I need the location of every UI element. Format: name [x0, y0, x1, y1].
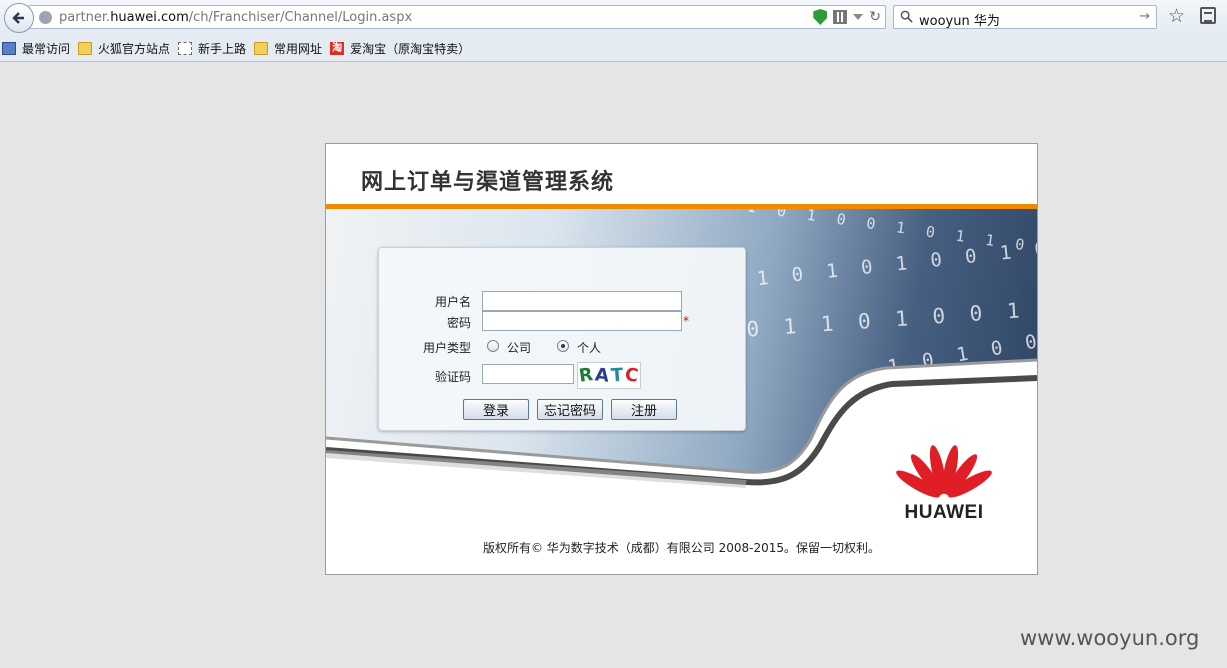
radio-company[interactable] [487, 340, 499, 352]
forgot-password-button[interactable]: 忘记密码 [537, 399, 603, 420]
radio-company-label: 公司 [507, 341, 532, 355]
user-type-label: 用户类型 [422, 341, 471, 355]
reader-list-icon[interactable] [1200, 7, 1216, 24]
search-input[interactable]: wooyun 华为 [919, 10, 1000, 29]
captcha-input[interactable] [482, 364, 574, 384]
bookmark-most-visited[interactable]: 最常访问 [2, 40, 70, 57]
globe-icon [39, 11, 52, 24]
bookmark-star-icon[interactable]: ☆ [1168, 6, 1185, 26]
search-go-icon[interactable]: → [1139, 9, 1150, 24]
qr-code-icon[interactable] [833, 10, 848, 24]
taobao-icon: 淘 [330, 42, 345, 55]
radio-personal-label: 个人 [577, 341, 602, 355]
login-form: 用户名 密码 * 用户类型 公司 个人 验证码 R A T C 登录 忘记密码 … [378, 247, 746, 431]
reload-icon[interactable]: ↻ [869, 9, 881, 25]
brand-name: HUAWEI [904, 502, 984, 523]
username-label: 用户名 [434, 295, 471, 309]
bookmark-common-sites[interactable]: 常用网址 [254, 40, 322, 57]
url-text[interactable]: partner.huawei.com/ch/Franchiser/Channel… [59, 10, 412, 25]
bookmark-firefox-site[interactable]: 火狐官方站点 [78, 40, 170, 57]
url-bar[interactable]: partner.huawei.com/ch/Franchiser/Channel… [28, 5, 886, 29]
radio-personal[interactable] [557, 340, 569, 352]
bookmark-getting-started[interactable]: 新手上路 [178, 40, 246, 57]
captcha-image[interactable]: R A T C [577, 362, 641, 389]
folder-icon [254, 42, 269, 55]
password-label: 密码 [446, 316, 471, 330]
page-icon [178, 42, 193, 55]
back-button[interactable] [4, 3, 34, 33]
watermark-text: www.wooyun.org [1020, 626, 1200, 650]
page-title: 网上订单与渠道管理系统 [361, 170, 615, 195]
dropdown-arrow-icon[interactable] [853, 14, 864, 20]
search-bar[interactable]: wooyun 华为 → [893, 5, 1157, 29]
binary-text: 0 1 1 0 1 0 0 1 1 0 1 [745, 290, 1037, 342]
copyright-text: 版权所有© 华为数字技术（成都）有限公司 2008-2015。保留一切权利。 [482, 541, 881, 555]
recent-icon [2, 42, 16, 55]
back-arrow-icon [12, 12, 24, 24]
folder-icon [78, 42, 93, 55]
browser-toolbar: partner.huawei.com/ch/Franchiser/Channel… [0, 0, 1227, 36]
captcha-label: 验证码 [434, 370, 471, 384]
bookmarks-bar: 最常访问 火狐官方站点 新手上路 常用网址 淘爱淘宝（原淘宝特卖） [0, 36, 1227, 62]
shield-icon[interactable] [813, 9, 828, 25]
bookmark-taobao[interactable]: 淘爱淘宝（原淘宝特卖） [330, 40, 470, 57]
username-input[interactable] [482, 291, 682, 311]
search-icon [900, 10, 913, 23]
required-mark: * [683, 314, 689, 328]
register-button[interactable]: 注册 [611, 399, 677, 420]
login-panel: 网上订单与渠道管理系统 0 0 1 0 1 0 1 0 0 1 0 1 1 0 … [325, 143, 1038, 575]
password-input[interactable] [482, 311, 682, 331]
login-button[interactable]: 登录 [463, 399, 529, 420]
